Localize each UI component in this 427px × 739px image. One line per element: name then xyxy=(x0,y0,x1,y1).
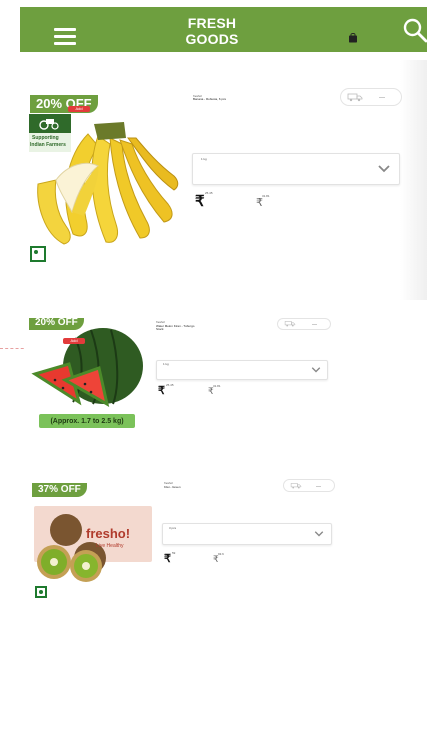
add-tag: Add xyxy=(68,106,90,112)
quantity-select[interactable]: 3 pcs xyxy=(162,523,332,545)
product-card: 20% OFF Add (Approx. 1.7 to 2.5 kg) fres… xyxy=(0,316,427,436)
product-image[interactable]: 20% OFF Add (Approx. 1.7 to 2.5 kg) xyxy=(25,318,147,432)
pack-tagline: Live Healthy xyxy=(96,543,124,549)
tractor-icon xyxy=(39,119,59,130)
quantity-value: 3 pcs xyxy=(169,526,177,530)
app-title: FRESH GOODS xyxy=(185,15,239,47)
veg-indicator-icon xyxy=(30,246,46,262)
image-caption: (Approx. 1.7 to 2.5 kg) xyxy=(50,418,124,425)
quantity-value: 1 kg xyxy=(201,157,207,161)
delivery-truck-icon xyxy=(284,321,296,327)
pack-brand: fresho! xyxy=(86,526,131,541)
product-image[interactable]: 37% OFF fresho! Live Healthy xyxy=(30,480,154,602)
add-tag: Add xyxy=(63,338,85,344)
selling-price: 25.45 xyxy=(166,383,174,387)
product-image[interactable]: 20% OFF Add Supporting Indian Farmers xyxy=(28,94,182,250)
mrp-price: 31.81 xyxy=(213,384,221,388)
discount-badge: 37% OFF xyxy=(32,483,87,497)
hamburger-menu-icon[interactable] xyxy=(54,28,76,46)
watermelon-image xyxy=(31,328,143,428)
chevron-down-icon xyxy=(314,531,324,537)
product-name[interactable]: Banana - Robusta, 6 pcs xyxy=(193,98,226,101)
quantity-select[interactable]: 1 kg xyxy=(192,153,400,185)
mrp-price: 31.81 xyxy=(262,194,270,198)
quantity-select[interactable]: 1 kg xyxy=(156,360,328,380)
delivery-truck-icon xyxy=(290,483,302,489)
rupee-icon: ₹ xyxy=(195,193,205,210)
app-header: FRESH GOODS xyxy=(20,7,427,52)
product-card: 37% OFF fresho! Live Healthy fresho! Kiw… xyxy=(0,476,427,606)
delivery-info xyxy=(277,318,331,330)
veg-indicator-icon xyxy=(35,586,47,598)
quantity-value: 1 kg xyxy=(163,362,169,366)
banner-line-1: Supporting xyxy=(32,135,59,141)
search-icon[interactable] xyxy=(402,17,427,43)
kiwi-image xyxy=(34,506,152,582)
shopping-bag-icon[interactable] xyxy=(348,33,358,43)
delivery-info xyxy=(340,88,402,106)
banner-line-2: Indian Farmers xyxy=(30,142,66,148)
rupee-icon: ₹ xyxy=(158,385,165,397)
rupee-icon: ₹ xyxy=(164,553,171,565)
product-card: 20% OFF Add Supporting Indian Farmers fr… xyxy=(0,88,427,270)
discount-badge: 20% OFF xyxy=(29,318,84,330)
delivery-info xyxy=(283,479,335,492)
farmer-banner: Supporting Indian Farmers xyxy=(29,114,71,152)
selling-price: 25.45 xyxy=(205,191,213,195)
chevron-down-icon xyxy=(378,165,390,173)
delivery-truck-icon xyxy=(347,93,363,102)
product-name[interactable]: Kiwi - Green xyxy=(164,486,181,489)
chevron-down-icon xyxy=(311,367,321,373)
product-name[interactable]: Water Melon Kiran - Tuburgo Stock xyxy=(156,325,196,331)
mrp-price: 93.6 xyxy=(218,552,224,556)
selling-price: 59 xyxy=(172,551,176,555)
